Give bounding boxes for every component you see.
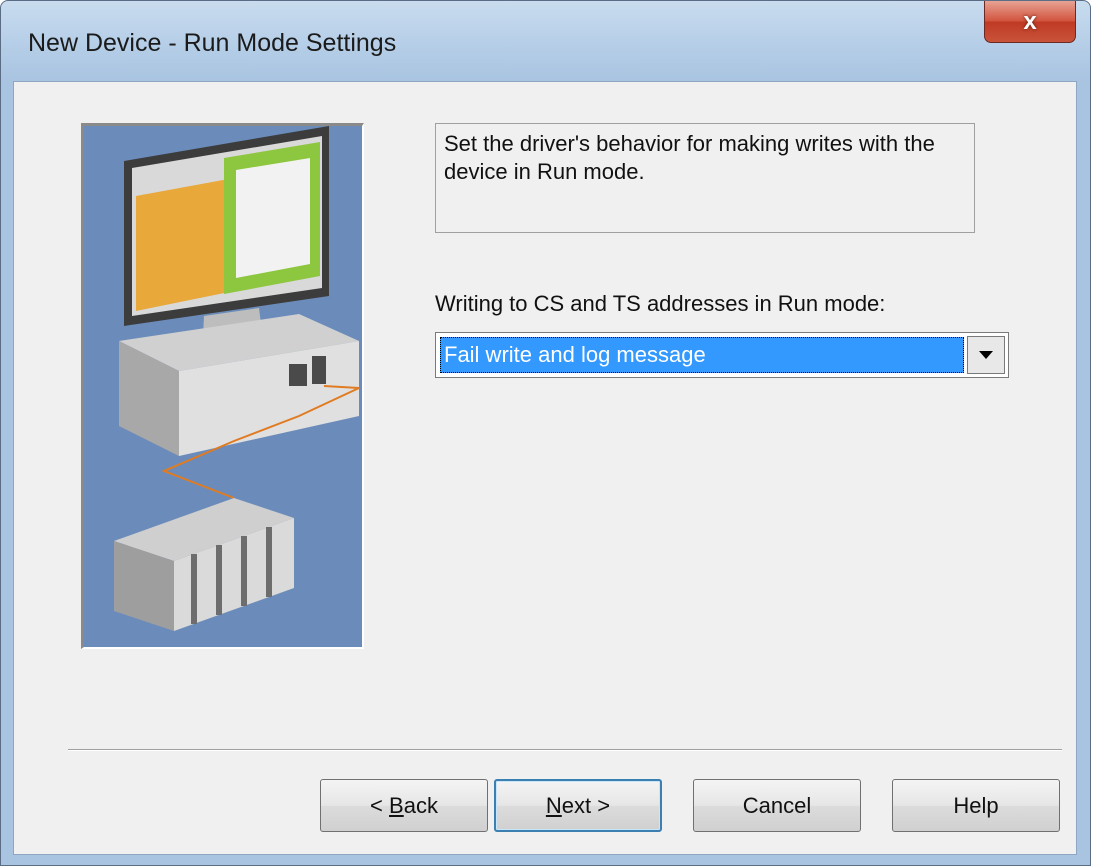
description-box: Set the driver's behavior for making wri… [435,123,975,233]
dialog-window: New Device - Run Mode Settings x Set the… [0,0,1091,866]
screen-form-panel [236,158,310,278]
dialog-client-area: Set the driver's behavior for making wri… [13,81,1077,855]
computer-plc-illustration [81,123,364,649]
pc-case-vent [312,356,326,384]
back-button-label: < Back [370,792,438,818]
cancel-button[interactable]: Cancel [693,779,861,832]
close-icon: x [1023,7,1037,35]
next-button-label: Next > [545,792,611,818]
close-button[interactable]: x [984,1,1076,43]
dropdown-button[interactable] [967,336,1005,374]
selected-option[interactable]: Fail write and log message [440,337,964,373]
help-button[interactable]: Help [892,779,1060,832]
screen-chart-panel [136,178,234,311]
run-mode-write-select[interactable]: Fail write and log message [435,332,1009,378]
next-button[interactable]: Next > [494,779,662,832]
window-title: New Device - Run Mode Settings [28,29,397,57]
computer-connected-to-plc-icon [114,126,360,631]
run-mode-write-label: Writing to CS and TS addresses in Run mo… [435,291,886,316]
chevron-down-icon [979,351,993,359]
pc-case-port [289,364,307,386]
title-bar[interactable]: New Device - Run Mode Settings x [1,1,1090,81]
back-button[interactable]: < Back [320,779,488,832]
divider [68,749,1062,751]
